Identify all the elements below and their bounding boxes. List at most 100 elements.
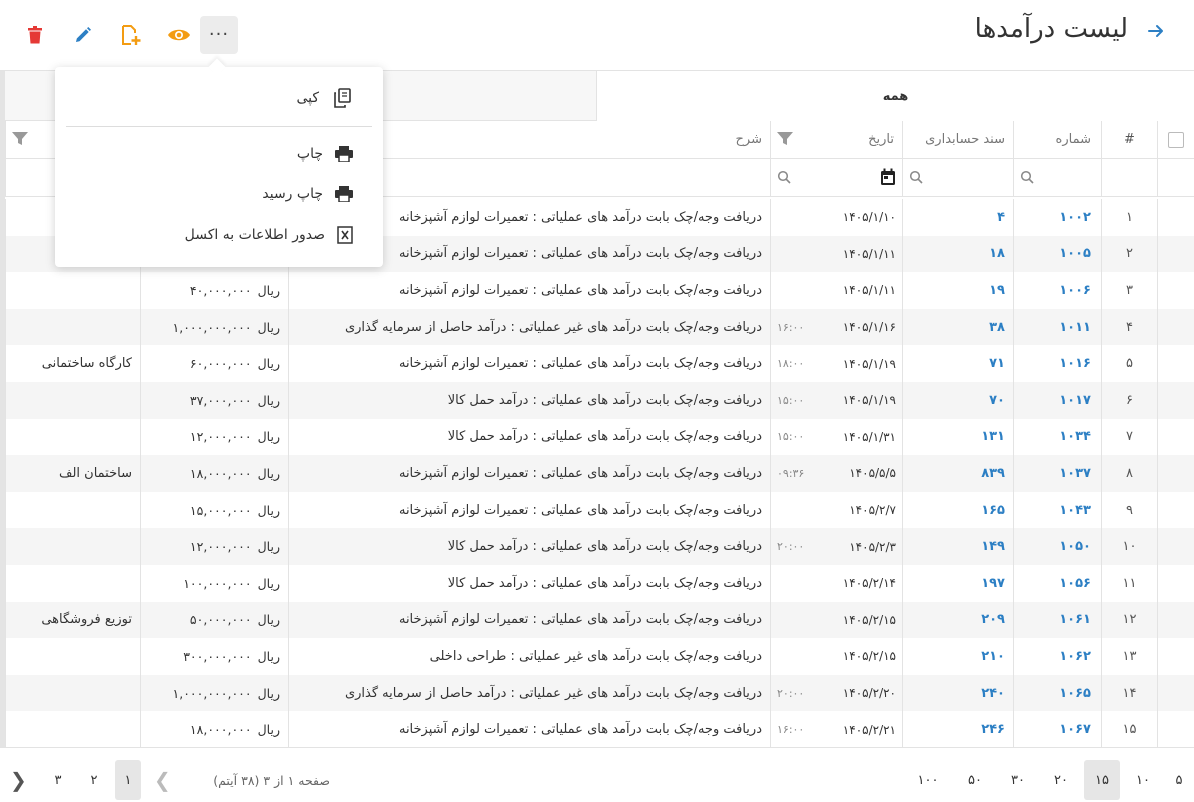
table-row[interactable]: ۱۳ ۱۰۶۲ ۲۱۰ ۱۴۰۵/۲/۱۵ دریافت وجه/چک بابت درآ… [5,638,1194,675]
add-button[interactable] [112,16,150,54]
col-date-header[interactable]: تاریخ [770,121,902,158]
row-select-cell[interactable] [1157,345,1194,382]
table-row[interactable]: ۷ ۱۰۳۴ ۱۳۱ ۱۴۰۵/۱/۳۱ ۱۵:۰۰ دریافت وجه/چک بابت… [5,418,1194,456]
row-doc-link[interactable]: ۲۴۰ [902,674,1013,712]
row-doc-link[interactable]: ۸۳۹ [902,455,1013,492]
page-size-50[interactable]: ۵۰ [960,760,990,800]
row-doc-link[interactable]: ۲۰۹ [902,601,1013,639]
row-doc-link[interactable]: ۷۰ [902,382,1013,419]
table-row[interactable]: ۸ ۱۰۳۷ ۸۳۹ ۱۴۰۵/۵/۵ ۰۹:۳۶ دریافت وجه/چک بابت … [5,455,1194,492]
row-number-link[interactable]: ۱۰۴۳ [1013,491,1101,529]
col-index-header[interactable]: # [1101,121,1157,158]
menu-item-export-excel[interactable]: صدور اطلاعات به اکسل [185,222,353,248]
row-number-link[interactable]: ۱۰۵۰ [1013,528,1101,565]
filter-icon[interactable] [12,132,28,146]
row-doc-link[interactable]: ۱۹۷ [902,565,1013,602]
row-doc-link[interactable]: ۲۴۶ [902,711,1013,748]
filter-number-input[interactable] [1013,159,1101,196]
prev-page-icon[interactable]: ❮ [154,768,171,792]
table-row[interactable]: ۱۲ ۱۰۶۱ ۲۰۹ ۱۴۰۵/۲/۱۵ دریافت وجه/چک بابت درآ… [5,601,1194,639]
printer-icon [335,186,353,202]
more-button[interactable]: ··· [200,16,238,54]
page-size-20[interactable]: ۲۰ [1046,760,1076,800]
row-description: دریافت وجه/چک بابت درآمد های عملیاتی : د… [288,528,770,565]
table-row[interactable]: ۴ ۱۰۱۱ ۳۸ ۱۴۰۵/۱/۱۶ ۱۶:۰۰ دریافت وجه/چک بابت … [5,308,1194,346]
row-select-cell[interactable] [1157,711,1194,748]
copy-icon [334,88,351,108]
row-doc-link[interactable]: ۷۱ [902,345,1013,382]
row-index: ۱۵ [1101,711,1157,748]
page-2[interactable]: ۲ [81,760,107,800]
row-doc-link[interactable]: ۱۴۹ [902,528,1013,565]
filter-doc-input[interactable] [902,159,1013,196]
row-select-cell[interactable] [1157,674,1194,712]
row-number-link[interactable]: ۱۰۶۲ [1013,638,1101,675]
row-number-link[interactable]: ۱۰۰۵ [1013,235,1101,273]
menu-item-copy[interactable]: کپی [296,85,353,111]
row-select-cell[interactable] [1157,272,1194,309]
page-3[interactable]: ۳ [45,760,71,800]
row-number-link[interactable]: ۱۰۱۱ [1013,308,1101,346]
menu-item-print[interactable]: چاپ [297,141,353,167]
row-select-cell[interactable] [1157,382,1194,419]
back-arrow-icon[interactable] [1144,20,1168,48]
row-select-cell[interactable] [1157,418,1194,456]
col-number-header[interactable]: شماره [1013,121,1101,158]
row-number-link[interactable]: ۱۰۱۷ [1013,382,1101,419]
row-select-cell[interactable] [1157,308,1194,346]
filter-date-input[interactable] [770,159,902,196]
table-row[interactable]: ۱۱ ۱۰۵۶ ۱۹۷ ۱۴۰۵/۲/۱۴ دریافت وجه/چک بابت درآ… [5,565,1194,602]
page-1[interactable]: ۱ [115,760,141,800]
edit-button[interactable] [64,16,102,54]
row-doc-link[interactable]: ۱۸ [902,235,1013,273]
row-select-cell[interactable] [1157,528,1194,565]
tab-all[interactable]: همه [596,71,1194,121]
row-select-cell[interactable] [1157,455,1194,492]
table-row[interactable]: ۹ ۱۰۴۳ ۱۶۵ ۱۴۰۵/۲/۷ دریافت وجه/چک بابت درآمد… [5,491,1194,529]
table-row[interactable]: ۱۰ ۱۰۵۰ ۱۴۹ ۱۴۰۵/۲/۳ ۲۰:۰۰ دریافت وجه/چک بابت… [5,528,1194,565]
row-number-link[interactable]: ۱۰۰۲ [1013,199,1101,236]
row-number-link[interactable]: ۱۰۱۶ [1013,345,1101,382]
page-size-15[interactable]: ۱۵ [1084,760,1120,800]
view-button[interactable] [160,16,198,54]
calendar-icon[interactable] [880,168,896,186]
row-number-link[interactable]: ۱۰۶۱ [1013,601,1101,639]
delete-button[interactable] [16,16,54,54]
row-doc-link[interactable]: ۱۶۵ [902,491,1013,529]
row-number-link[interactable]: ۱۰۵۶ [1013,565,1101,602]
row-doc-link[interactable]: ۱۳۱ [902,418,1013,456]
row-date: ۱۴۰۵/۱/۱۰ [842,210,896,225]
row-doc-link[interactable]: ۲۱۰ [902,638,1013,675]
row-description: دریافت وجه/چک بابت درآمد های عملیاتی : د… [288,565,770,602]
row-number-link[interactable]: ۱۰۳۷ [1013,455,1101,492]
row-select-cell[interactable] [1157,638,1194,675]
row-select-cell[interactable] [1157,565,1194,602]
col-doc-header[interactable]: سند حسابداری [902,121,1013,158]
filter-icon[interactable] [777,132,793,146]
row-select-cell[interactable] [1157,199,1194,236]
table-row[interactable]: ۱۵ ۱۰۶۷ ۲۴۶ ۱۴۰۵/۲/۲۱ ۱۶:۰۰ دریافت وجه/چک باب… [5,711,1194,748]
table-row[interactable]: ۵ ۱۰۱۶ ۷۱ ۱۴۰۵/۱/۱۹ ۱۸:۰۰ دریافت وجه/چک بابت … [5,345,1194,382]
row-doc-link[interactable]: ۳۸ [902,308,1013,346]
page-size-10[interactable]: ۱۰ [1128,760,1158,800]
row-number-link[interactable]: ۱۰۶۷ [1013,711,1101,748]
row-doc-link[interactable]: ۱۹ [902,272,1013,309]
row-currency: ریال [257,465,280,481]
row-select-cell[interactable] [1157,601,1194,639]
next-page-icon[interactable]: ❯ [10,768,27,792]
page-size-100[interactable]: ۱۰۰ [913,760,943,800]
row-number-link[interactable]: ۱۰۰۶ [1013,272,1101,309]
select-all-checkbox[interactable] [1168,131,1184,148]
menu-item-print-receipt[interactable]: چاپ رسید [262,181,353,207]
table-row[interactable]: ۱۴ ۱۰۶۵ ۲۴۰ ۱۴۰۵/۲/۲۰ ۲۰:۰۰ دریافت وجه/چک باب… [5,674,1194,712]
page-size-5[interactable]: ۵ [1164,760,1194,800]
row-select-cell[interactable] [1157,491,1194,529]
page-size-30[interactable]: ۳۰ [1003,760,1033,800]
row-time: ۱۸:۰۰ [777,357,805,371]
table-row[interactable]: ۳ ۱۰۰۶ ۱۹ ۱۴۰۵/۱/۱۱ دریافت وجه/چک بابت درآمد… [5,272,1194,309]
row-number-link[interactable]: ۱۰۳۴ [1013,418,1101,456]
row-doc-link[interactable]: ۴ [902,199,1013,236]
row-number-link[interactable]: ۱۰۶۵ [1013,674,1101,712]
row-select-cell[interactable] [1157,235,1194,273]
table-row[interactable]: ۶ ۱۰۱۷ ۷۰ ۱۴۰۵/۱/۱۹ ۱۵:۰۰ دریافت وجه/چک بابت … [5,382,1194,419]
